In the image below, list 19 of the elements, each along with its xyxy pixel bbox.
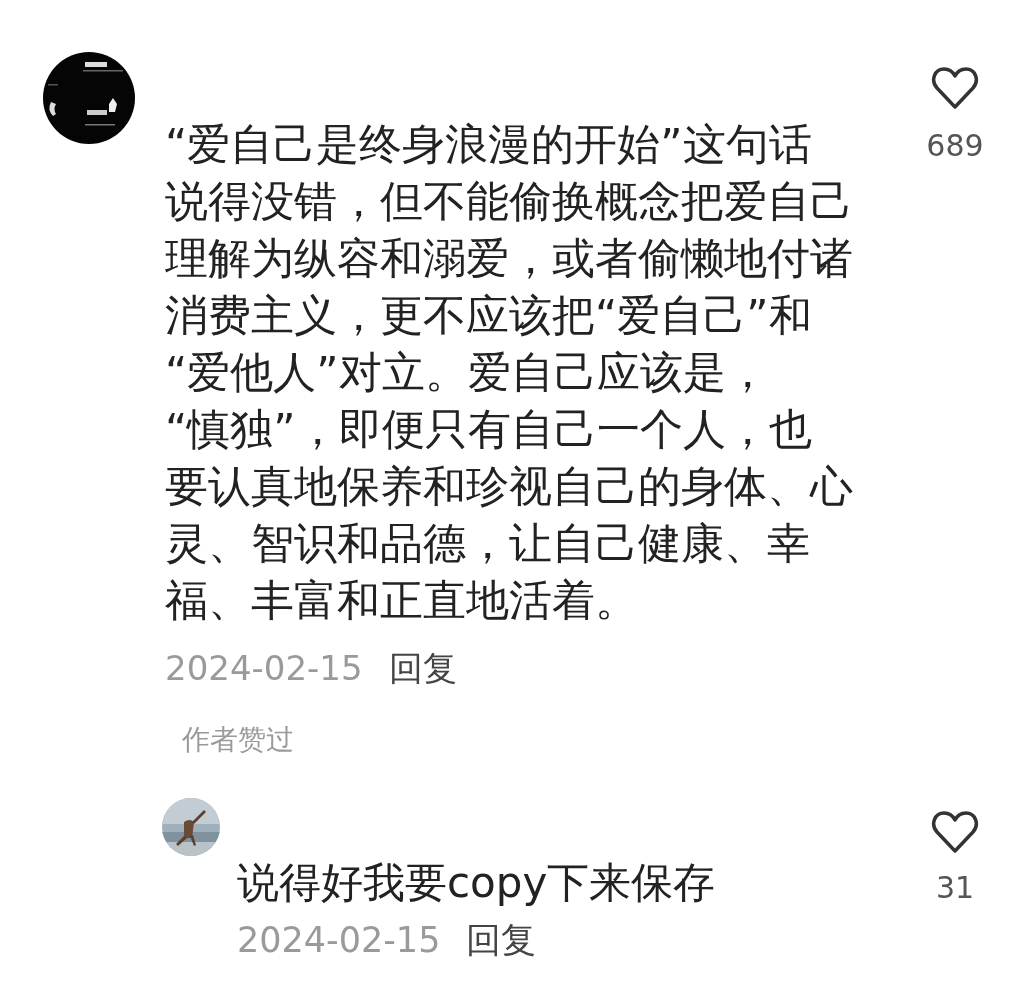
comment-text-line: 福、丰富和正直地活着。 [165, 574, 639, 627]
comment-text-line: “爱自己是终身浪漫的开始”这句话 [165, 118, 813, 171]
comment-text-line: 说得没错，但不能偷换概念把爱自己 [165, 175, 854, 228]
like-count: 689 [926, 127, 984, 165]
comment-date: 2024-02-15 [237, 919, 441, 962]
heart-icon[interactable] [931, 66, 979, 110]
reply-link[interactable]: 回复 [388, 646, 457, 690]
comment-text-line: “慎独”，即便只有自己一个人，也 [165, 403, 813, 456]
comment-text-line: 说得好我要copy下来保存 [237, 858, 717, 908]
comment-text-line: 消费主义，更不应该把“爱自己”和 [165, 289, 813, 342]
comment-date: 2024-02-15 [165, 647, 363, 690]
comment-text-line: “爱他人”对立。爱自己应该是， [165, 346, 770, 399]
comment-text-line: 要认真地保养和珍视自己的身体、心 [165, 460, 854, 513]
like-count: 31 [935, 869, 975, 907]
heart-icon[interactable] [931, 810, 979, 854]
reply-link[interactable]: 回复 [466, 918, 537, 962]
author-liked-label: 作者赞过 [182, 722, 295, 758]
comment-text-line: 灵、智识和品德，让自己健康、幸 [165, 517, 811, 570]
comment-text-line: 理解为纵容和溺爱，或者偷懒地付诸 [165, 232, 854, 285]
